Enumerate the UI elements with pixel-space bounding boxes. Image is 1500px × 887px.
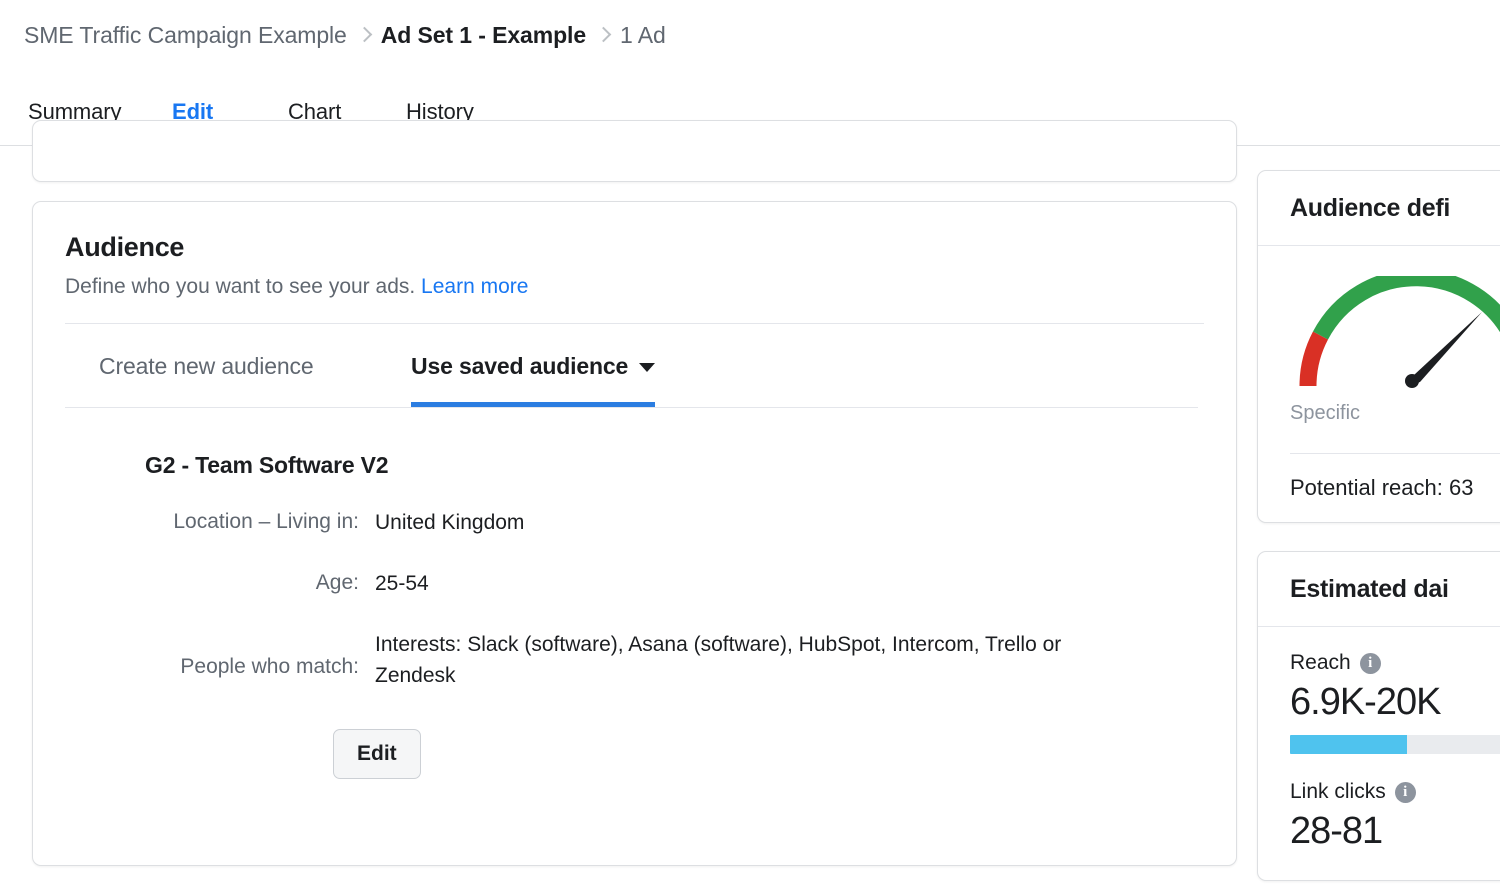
audience-tab-divider (65, 407, 1198, 408)
metric-link-clicks: Link clicks i 28-81 (1290, 780, 1500, 854)
chevron-down-icon[interactable] (639, 363, 656, 372)
estimated-results-body: Reach i 6.9K-20K Link clicks i 28-81 (1258, 627, 1500, 854)
detail-value-people-who-match: Interests: Slack (software), Asana (soft… (375, 633, 1062, 687)
detail-label-age: Age: (315, 571, 359, 594)
estimated-results-title: Estimated dai (1290, 575, 1449, 603)
audience-subtitle-text: Define who you want to see your ads. (65, 275, 416, 298)
audience-definition-card: Audience defi Specific Broa (1257, 170, 1500, 523)
audience-card: Audience Define who you want to see your… (32, 201, 1237, 866)
breadcrumb-item-campaign[interactable]: SME Traffic Campaign Example (24, 19, 347, 51)
gauge-axis-labels: Specific Broa (1290, 402, 1500, 425)
chevron-right-icon (596, 24, 610, 46)
learn-more-link[interactable]: Learn more (421, 275, 528, 298)
metric-reach-value: 6.9K-20K (1290, 681, 1441, 723)
audience-definition-gauge (1290, 269, 1500, 394)
detail-value-location: United Kingdom (375, 511, 525, 534)
metric-link-clicks-value: 28-81 (1290, 810, 1383, 852)
detail-value-age: 25-54 (375, 572, 429, 595)
estimated-results-card: Estimated dai Reach i 6.9K-20K Link clic… (1257, 551, 1500, 881)
detail-row-people-who-match: People who match: Interests: Slack (soft… (145, 629, 1204, 691)
saved-audience-summary: G2 - Team Software V2 Location – Living … (33, 408, 1236, 779)
breadcrumb: SME Traffic Campaign Example Ad Set 1 - … (24, 19, 666, 51)
tab-use-saved-audience-label: Use saved audience (411, 352, 629, 379)
detail-label-location: Location – Living in: (173, 510, 359, 533)
metric-reach-label: Reach (1290, 651, 1351, 674)
metric-reach: Reach i 6.9K-20K (1290, 651, 1500, 754)
chevron-right-icon (357, 24, 371, 46)
page-title: Audience (65, 232, 185, 262)
tab-use-saved-audience[interactable]: Use saved audience (411, 324, 656, 408)
audience-card-header: Audience Define who you want to see your… (33, 202, 1236, 324)
saved-audience-name: G2 - Team Software V2 (145, 452, 389, 478)
ads-manager-edit-page: SME Traffic Campaign Example Ad Set 1 - … (0, 0, 1500, 887)
audience-definition-body: Specific Broa Potential reach: 63 (1258, 246, 1500, 501)
tab-create-new-audience-label: Create new audience (99, 352, 314, 379)
detail-row-location: Location – Living in: United Kingdom (145, 507, 1204, 538)
gauge-label-specific: Specific (1290, 402, 1361, 424)
metric-link-clicks-label-row: Link clicks i (1290, 780, 1500, 804)
gauge-svg (1299, 269, 1500, 388)
metric-link-clicks-label: Link clicks (1290, 780, 1386, 803)
edit-audience-button[interactable]: Edit (333, 729, 421, 779)
metric-reach-bar-track (1290, 735, 1500, 754)
saved-audience-details: Location – Living in: United Kingdom Age… (145, 507, 1204, 691)
audience-tab-bar: Create new audience Use saved audience (65, 324, 1204, 408)
previous-section-card (32, 120, 1237, 182)
breadcrumb-item-adset[interactable]: Ad Set 1 - Example (381, 19, 586, 51)
potential-reach-value: Potential reach: 63 (1290, 475, 1474, 500)
detail-row-age: Age: 25-54 (145, 568, 1204, 599)
potential-reach-divider (1290, 453, 1500, 454)
breadcrumb-item-ad[interactable]: 1 Ad (620, 19, 666, 51)
tab-create-new-audience[interactable]: Create new audience (99, 324, 314, 408)
detail-label-people-who-match: People who match: (180, 655, 359, 678)
info-icon[interactable]: i (1359, 652, 1381, 674)
audience-definition-title: Audience defi (1290, 194, 1451, 222)
metric-reach-label-row: Reach i (1290, 651, 1500, 675)
metric-reach-bar-fill (1290, 735, 1407, 754)
info-icon[interactable]: i (1394, 781, 1416, 803)
audience-subtitle: Define who you want to see your ads. Lea… (65, 273, 1204, 301)
